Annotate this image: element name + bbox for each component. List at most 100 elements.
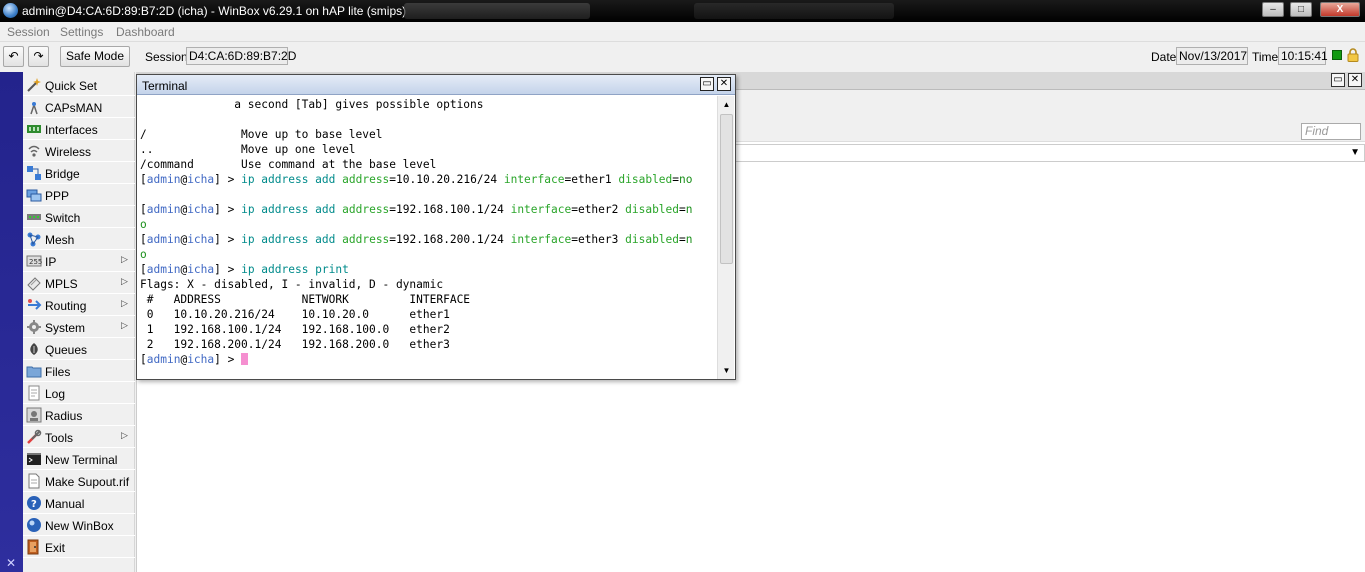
terminal-flags-line: Flags: X - disabled, I - invalid, D - dy… — [140, 278, 444, 291]
bridge-icon — [27, 166, 41, 180]
tools-icon — [27, 429, 42, 444]
sidebar-item-label: Tools — [45, 431, 74, 445]
scroll-up-icon[interactable]: ▲ — [719, 97, 734, 112]
sidebar-item-queues[interactable]: Queues — [23, 338, 135, 360]
sidebar-item-label: Manual — [45, 497, 85, 511]
time-field: 10:15:41 — [1278, 47, 1328, 65]
sidebar-item-label: Quick Set — [45, 79, 98, 93]
folder-icon — [26, 366, 42, 378]
winbox-app-icon — [3, 3, 18, 18]
arg-value: 192.168.100.1/24 — [396, 203, 504, 216]
arg-key: disabled — [625, 203, 680, 216]
sidebar-item-manual[interactable]: ? Manual — [23, 492, 135, 514]
interfaces-icon — [27, 125, 41, 133]
sidebar-item-log[interactable]: Log — [23, 382, 135, 404]
undo-button[interactable]: ↶ — [3, 46, 24, 67]
prompt-host: icha — [187, 203, 215, 216]
arg-key: address — [342, 203, 390, 216]
sidebar-item-switch[interactable]: Switch — [23, 206, 135, 228]
sidebar-item-label: System — [45, 321, 86, 335]
prompt-host: icha — [187, 233, 215, 246]
submenu-arrow-icon: ▷ — [121, 430, 128, 440]
terminal-title: Terminal — [142, 79, 188, 93]
sidebar-item-label: Mesh — [45, 233, 75, 247]
scroll-thumb[interactable] — [720, 114, 733, 264]
sidebar-item-wireless[interactable]: Wireless — [23, 140, 135, 162]
arg-key: disabled — [625, 233, 680, 246]
sidebar-item-label: Radius — [45, 409, 83, 423]
sidebar-item-routing[interactable]: Routing ▷ — [23, 294, 135, 316]
close-window-button[interactable]: X — [1320, 2, 1360, 17]
prompt-host: icha — [187, 173, 215, 186]
terminal-prompt-line[interactable]: [admin@icha] > — [140, 352, 249, 367]
chevron-down-icon: ▼ — [1350, 147, 1360, 158]
terminal-maximize-button[interactable]: ▭ — [700, 77, 714, 91]
sidebar-item-interfaces[interactable]: Interfaces — [23, 118, 135, 140]
terminal-output[interactable]: a second [Tab] gives possible options / M… — [140, 96, 716, 379]
sidebar-item-ppp[interactable]: PPP — [23, 184, 135, 206]
prompt-host: icha — [187, 353, 215, 366]
sidebar-item-mesh[interactable]: Mesh — [23, 228, 135, 250]
terminal-close-button[interactable]: ✕ — [717, 77, 731, 91]
routeros-vertical-strip: ✕ — [0, 72, 23, 572]
sidebar-item-radius[interactable]: Radius — [23, 404, 135, 426]
sidebar-item-new-terminal[interactable]: New Terminal — [23, 448, 135, 470]
help-icon: ? — [27, 496, 41, 510]
workspace-maximize-button[interactable]: ▭ — [1331, 73, 1345, 87]
prompt-user: admin — [146, 233, 181, 246]
workspace-close-button[interactable]: ✕ — [1348, 73, 1362, 87]
submenu-arrow-icon: ▷ — [121, 320, 128, 330]
mesh-icon — [27, 232, 41, 247]
sidebar-item-bridge[interactable]: Bridge — [23, 162, 135, 184]
terminal-command-line: [admin@icha] > ip address add address=10… — [140, 173, 693, 186]
redo-button[interactable]: ↷ — [28, 46, 49, 67]
sidebar-item-mpls[interactable]: MPLS ▷ — [23, 272, 135, 294]
sidebar-item-new-winbox[interactable]: New WinBox — [23, 514, 135, 536]
sidebar-item-tools[interactable]: Tools ▷ — [23, 426, 135, 448]
terminal-command-line: [admin@icha] > ip address print — [140, 263, 349, 276]
terminal-command-line: [admin@icha] > ip address add address=19… — [140, 203, 693, 216]
menu-settings[interactable]: Settings — [60, 25, 103, 39]
sidebar-item-ip[interactable]: 255 IP ▷ — [23, 250, 135, 272]
antenna-icon — [30, 102, 38, 115]
terminal-table-row: 0 10.10.20.216/24 10.10.20.0 ether1 — [140, 308, 450, 321]
document-icon — [28, 473, 40, 489]
scroll-down-icon[interactable]: ▼ — [719, 363, 734, 378]
command-path: ip address add — [241, 203, 336, 216]
sidebar-menu: Quick Set CAPsMAN Interfaces Wireless Bridge… — [23, 72, 135, 572]
sidebar-item-label: New Terminal — [45, 453, 118, 467]
winbox-strip-icon: ✕ — [6, 556, 17, 570]
maximize-button[interactable]: □ — [1290, 2, 1312, 17]
menu-session[interactable]: Session — [7, 25, 50, 39]
find-input[interactable]: Find — [1301, 123, 1361, 140]
sidebar-item-exit[interactable]: Exit — [23, 536, 135, 558]
lock-icon — [1347, 48, 1359, 62]
sidebar-item-files[interactable]: Files — [23, 360, 135, 382]
submenu-arrow-icon: ▷ — [121, 254, 128, 264]
sidebar-item-quick-set[interactable]: Quick Set — [23, 74, 135, 96]
sidebar-item-capsman[interactable]: CAPsMAN — [23, 96, 135, 118]
terminal-help-line: / Move up to base level — [140, 128, 383, 141]
safe-mode-button[interactable]: Safe Mode — [60, 46, 130, 67]
prompt-user: admin — [146, 263, 181, 276]
arg-value: 192.168.200.1/24 — [396, 233, 504, 246]
gear-icon — [27, 320, 41, 334]
terminal-scrollbar[interactable]: ▲ ▼ — [717, 96, 734, 379]
arg-value: n — [685, 203, 693, 216]
window-titlebar[interactable]: admin@D4:CA:6D:89:B7:2D (icha) - WinBox … — [0, 0, 1365, 22]
terminal-window[interactable]: Terminal ▭ ✕ a second [Tab] gives possib… — [136, 74, 736, 380]
wrap-text: o — [140, 218, 147, 231]
sidebar-item-make-supout-rif[interactable]: Make Supout.rif — [23, 470, 135, 492]
terminal-titlebar[interactable]: Terminal ▭ ✕ — [137, 75, 735, 95]
terminal-help-line: /command Use command at the base level — [140, 158, 437, 171]
arg-key: address — [342, 233, 390, 246]
arg-value: ether3 — [577, 233, 619, 246]
sidebar-item-system[interactable]: System ▷ — [23, 316, 135, 338]
switch-icon — [27, 214, 41, 220]
winbox-icon — [27, 518, 41, 532]
arg-value: ether1 — [571, 173, 612, 186]
arg-value: 10.10.20.216/24 — [396, 173, 498, 186]
minimize-button[interactable]: – — [1262, 2, 1284, 17]
menu-dashboard[interactable]: Dashboard — [116, 25, 175, 39]
terminal-command-line: [admin@icha] > ip address add address=19… — [140, 233, 693, 246]
